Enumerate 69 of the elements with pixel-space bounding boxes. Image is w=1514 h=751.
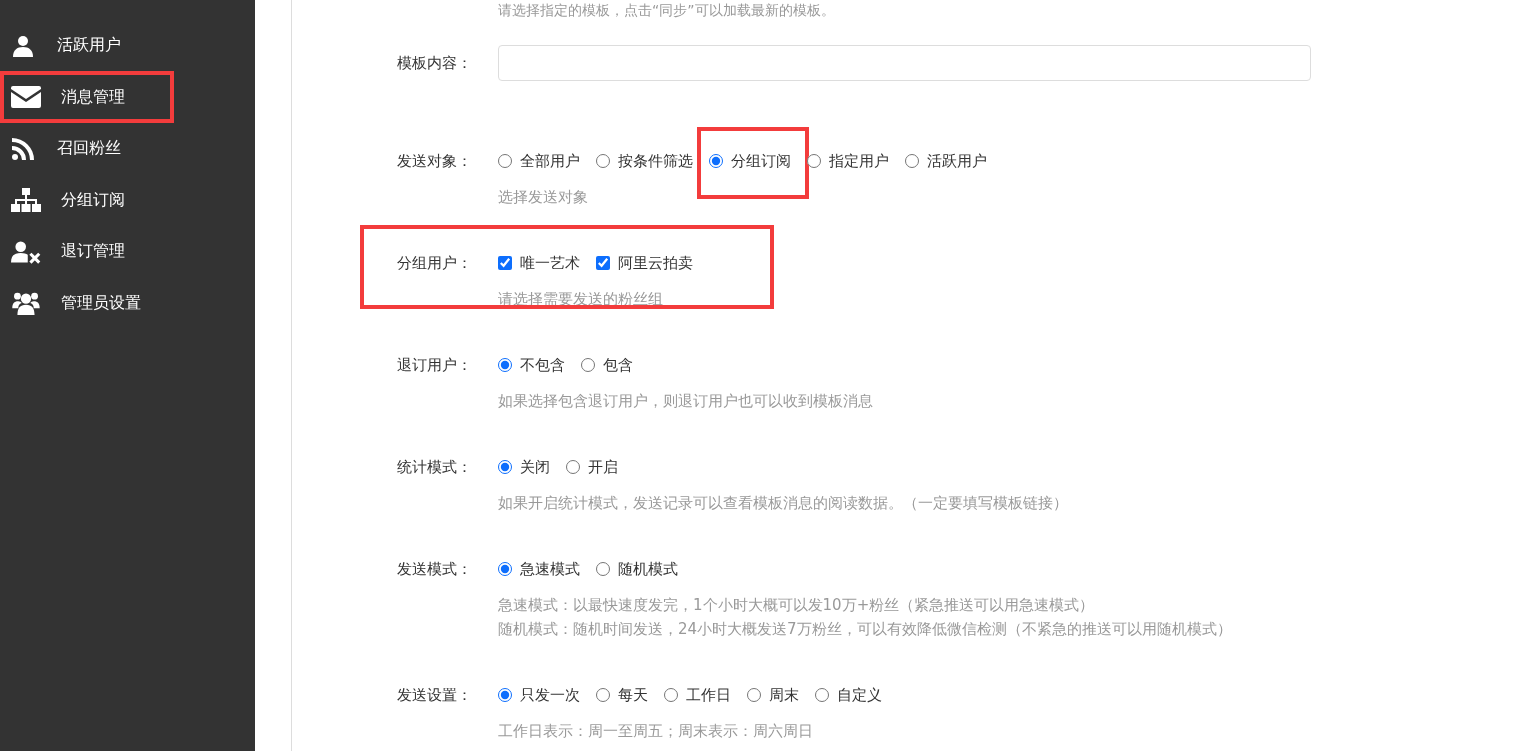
option-label: 周末 [769,685,799,706]
sidebar-item[interactable]: 退订管理 [0,226,255,278]
hint-text: 请选择指定的模板，点击“同步”可以加载最新的模板。 [498,1,836,20]
radio-button[interactable] [581,358,595,372]
sidebar-item-label: 消息管理 [61,86,125,108]
radio-button[interactable] [815,688,829,702]
option-label: 指定用户 [829,151,889,172]
input-field[interactable] [498,45,1311,81]
field-label: 分组用户： [396,253,473,274]
hint-text: 随机模式：随机时间发送，24小时大概发送7万粉丝，可以有效降低微信检测（不紧急的推送可以用随机模式） [498,619,1232,640]
option-label: 急速模式 [520,559,580,580]
hint-text: 急速模式：以最快速度发完，1个小时大概可以发10万+粉丝（紧急推送可以用急速模式） [498,595,1096,616]
sitemap-icon [11,188,41,213]
mail-icon [11,85,41,110]
radio-button[interactable] [709,154,723,168]
radio-button[interactable] [498,562,512,576]
sidebar-item[interactable]: 活跃用户 [0,20,255,72]
sidebar-item[interactable]: 分组订阅 [0,174,255,226]
radio-button[interactable] [664,688,678,702]
sidebar-item-label: 分组订阅 [61,189,125,211]
radio-button[interactable] [807,154,821,168]
option-label: 随机模式 [618,559,678,580]
sidebar-item[interactable]: 消息管理 [0,71,255,123]
hint-text: 如果选择包含退订用户，则退订用户也可以收到模板消息 [498,391,873,412]
option-label: 不包含 [520,355,565,376]
radio-button[interactable] [747,688,761,702]
option-label: 唯一艺术 [520,253,580,274]
hint-text: 工作日表示：周一至周五；周末表示：周六周日 [498,721,814,742]
radio-button[interactable] [498,358,512,372]
sidebar-item-label: 退订管理 [61,241,125,263]
radio-button[interactable] [596,688,610,702]
field-label: 统计模式： [396,457,473,478]
option-label: 全部用户 [520,151,580,172]
checkbox[interactable] [596,256,610,270]
radio-button[interactable] [498,154,512,168]
field-label: 模板内容： [396,53,473,74]
sidebar-item[interactable]: 召回粉丝 [0,123,255,175]
radio-button[interactable] [498,688,512,702]
option-label: 关闭 [520,457,550,478]
sidebar-item-label: 管理员设置 [61,292,141,314]
option-label: 只发一次 [520,685,580,706]
option-label: 开启 [588,457,618,478]
sidebar-item[interactable]: 管理员设置 [0,277,255,329]
rss-icon [11,136,35,161]
field-label: 发送对象： [396,151,473,172]
option-label: 每天 [618,685,648,706]
radio-button[interactable] [596,562,610,576]
radio-button[interactable] [566,460,580,474]
radio-button[interactable] [498,460,512,474]
user-remove-icon [11,239,41,264]
option-label: 阿里云拍卖 [618,253,693,274]
option-label: 分组订阅 [731,151,791,172]
checkbox[interactable] [498,256,512,270]
option-label: 活跃用户 [927,151,987,172]
sidebar-item-label: 活跃用户 [57,35,121,57]
sidebar-item-label: 召回粉丝 [57,138,121,160]
option-label: 自定义 [837,685,882,706]
radio-button[interactable] [905,154,919,168]
user-icon [11,33,35,58]
option-label: 包含 [603,355,633,376]
hint-text: 选择发送对象 [498,187,589,208]
hint-text: 如果开启统计模式，发送记录可以查看模板消息的阅读数据。（一定要填写模板链接） [498,493,1068,514]
field-label: 发送模式： [396,559,473,580]
option-label: 工作日 [686,685,731,706]
users-icon [11,291,41,316]
option-label: 按条件筛选 [618,151,693,172]
field-label: 发送设置： [396,685,473,706]
radio-button[interactable] [596,154,610,168]
field-label: 退订用户： [396,355,473,376]
